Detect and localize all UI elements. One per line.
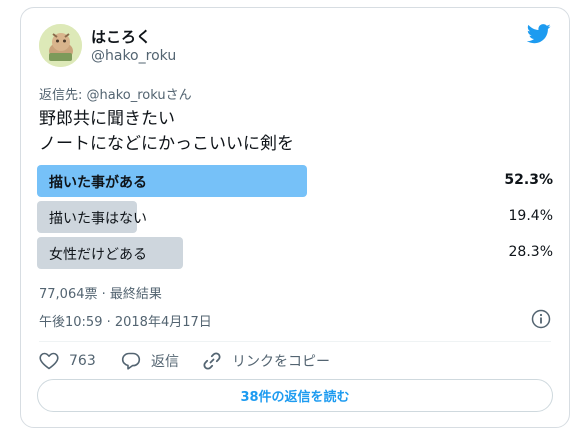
- reply-label: 返信: [151, 354, 179, 370]
- poll-option-label: 女性だけどある: [49, 247, 147, 263]
- avatar-image: [39, 24, 82, 67]
- poll-option-label: 描いた事はない: [49, 211, 147, 227]
- copy-link-label: リンクをコピー: [232, 354, 330, 370]
- tweet-card[interactable]: はころく @hako_roku 返信先: @hako_rokuさん 野郎共に聞き…: [20, 7, 570, 428]
- poll-option-1: 描いた事がある 52.3%: [37, 165, 553, 197]
- avatar[interactable]: [39, 24, 82, 67]
- read-replies-button[interactable]: 38件の返信を読む: [37, 379, 553, 412]
- divider: [39, 341, 551, 342]
- info-icon[interactable]: [531, 309, 551, 329]
- tweet-text-line-1: 野郎共に聞きたい: [39, 109, 175, 129]
- poll-option-percent: 52.3%: [504, 172, 553, 188]
- speech-bubble-icon: [121, 352, 141, 370]
- tweet-text-line-2: ノートになどにかっこいいに剣を: [39, 134, 294, 154]
- reply-to-handle-link[interactable]: @hako_roku: [87, 88, 166, 103]
- reply-to-suffix: さん: [165, 88, 192, 103]
- author-handle[interactable]: @hako_roku: [91, 48, 176, 64]
- reply-to-prefix: 返信先:: [39, 88, 87, 103]
- poll-option-3: 女性だけどある 28.3%: [37, 237, 553, 269]
- author-display-name[interactable]: はころく: [91, 26, 151, 47]
- poll-option-percent: 19.4%: [508, 208, 553, 224]
- tweet-text: 野郎共に聞きたい ノートになどにかっこいいに剣を: [39, 107, 294, 157]
- reply-button[interactable]: 返信: [121, 350, 179, 372]
- link-icon: [203, 352, 221, 370]
- copy-link-button[interactable]: リンクをコピー: [202, 350, 330, 372]
- timestamp[interactable]: 午後10:59 · 2018年4月17日: [39, 311, 212, 330]
- poll-option-label: 描いた事がある: [49, 175, 147, 191]
- like-count: 763: [69, 353, 96, 369]
- twitter-bird-icon[interactable]: [526, 24, 551, 44]
- poll-option-2: 描いた事はない 19.4%: [37, 201, 553, 233]
- reply-to-line: 返信先: @hako_rokuさん: [39, 84, 192, 103]
- heart-icon: [39, 352, 59, 370]
- like-button[interactable]: 763: [39, 350, 96, 372]
- read-replies-label: 38件の返信を読む: [240, 390, 350, 405]
- poll-summary: 77,064票 · 最終結果: [39, 287, 162, 302]
- poll-option-percent: 28.3%: [508, 244, 553, 260]
